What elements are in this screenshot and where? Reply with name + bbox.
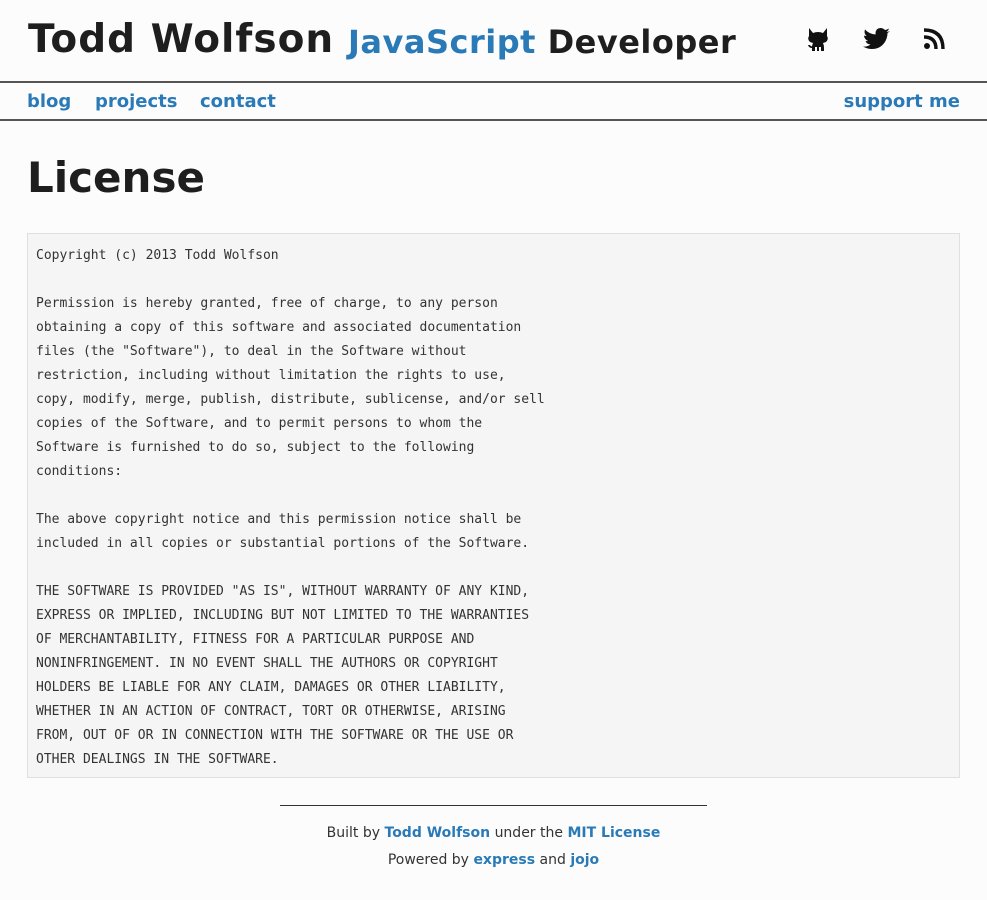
site-footer: Built by Todd Wolfson under the MIT Lice… bbox=[280, 805, 707, 870]
github-link[interactable] bbox=[805, 26, 831, 52]
nav-projects[interactable]: projects bbox=[95, 91, 178, 113]
site-name[interactable]: Todd Wolfson bbox=[28, 16, 334, 64]
under-the-text: under the bbox=[494, 825, 563, 841]
rss-icon bbox=[923, 28, 945, 50]
tagline-rest: Developer bbox=[547, 23, 737, 61]
author-link[interactable]: Todd Wolfson bbox=[385, 825, 491, 841]
express-link[interactable]: express bbox=[473, 852, 535, 868]
page-title: License bbox=[27, 153, 205, 202]
and-text: and bbox=[539, 852, 566, 868]
site-header: Todd Wolfson JavaScript Developer bbox=[0, 0, 987, 83]
built-by-prefix: Built by bbox=[326, 825, 381, 841]
github-icon bbox=[808, 28, 828, 51]
tagline-accent: JavaScript bbox=[348, 23, 536, 61]
twitter-icon bbox=[863, 28, 890, 49]
nav-blog[interactable]: blog bbox=[27, 91, 71, 113]
mit-license-link[interactable]: MIT License bbox=[567, 825, 660, 841]
nav-support-me[interactable]: support me bbox=[844, 91, 960, 113]
footer-powered-by: Powered by express and jojo bbox=[280, 851, 707, 870]
main-content: License Copyright (c) 2013 Todd Wolfson … bbox=[0, 153, 987, 870]
twitter-link[interactable] bbox=[863, 26, 890, 52]
main-nav: blog projects contact support me bbox=[0, 83, 987, 121]
site-tagline: JavaScript Developer bbox=[348, 22, 736, 62]
license-text: Copyright (c) 2013 Todd Wolfson Permissi… bbox=[27, 233, 960, 778]
powered-by-prefix: Powered by bbox=[387, 852, 469, 868]
rss-link[interactable] bbox=[921, 26, 947, 52]
jojo-link[interactable]: jojo bbox=[570, 852, 599, 868]
footer-built-by: Built by Todd Wolfson under the MIT Lice… bbox=[280, 824, 707, 843]
nav-contact[interactable]: contact bbox=[200, 91, 276, 113]
social-links bbox=[805, 26, 947, 52]
